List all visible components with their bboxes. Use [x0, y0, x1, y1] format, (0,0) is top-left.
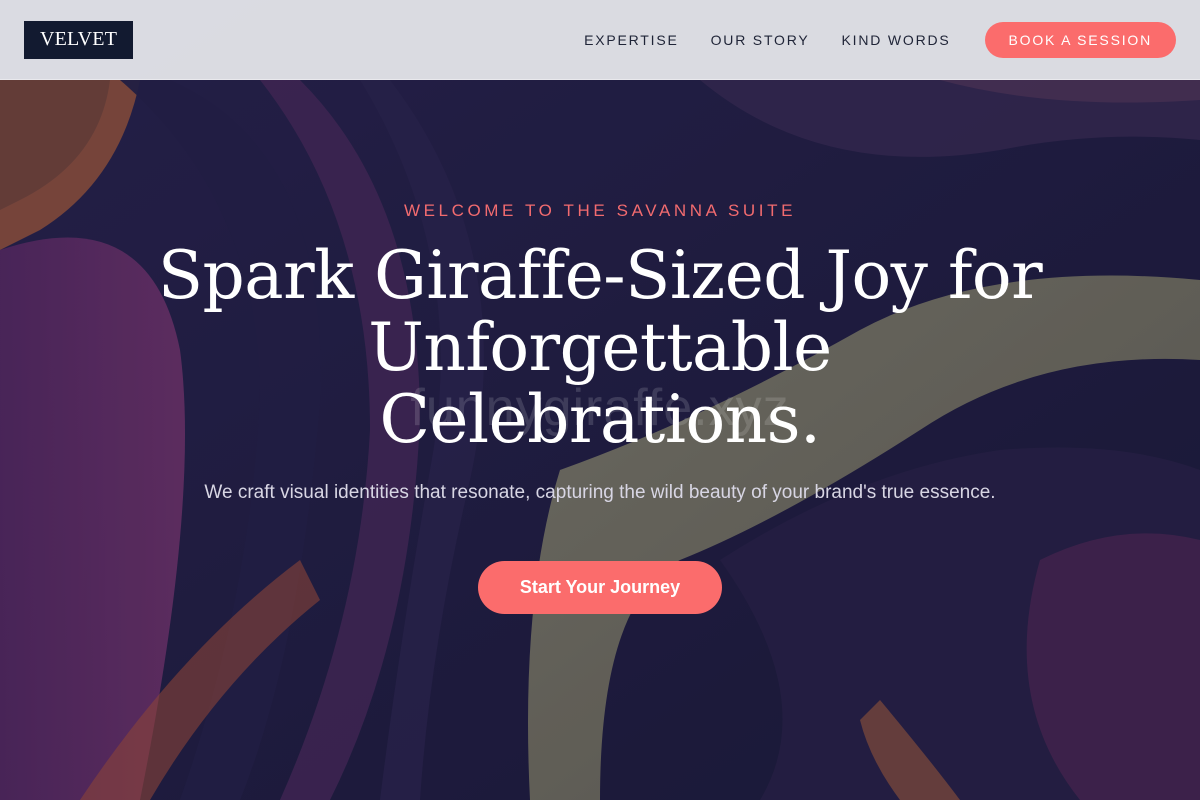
hero-headline: Spark Giraffe-Sized Joy for Unforgettabl…: [157, 237, 1043, 458]
hero-eyebrow: WELCOME TO THE SAVANNA SUITE: [403, 201, 797, 220]
nav-link-kind-words[interactable]: KIND WORDS: [842, 32, 951, 48]
hero-subtitle: We craft visual identities that resonate…: [204, 482, 996, 503]
hero-section: WELCOME TO THE SAVANNA SUITE funnygiraff…: [0, 80, 1200, 800]
start-journey-button[interactable]: Start Your Journey: [478, 561, 722, 614]
book-session-button[interactable]: BOOK A SESSION: [984, 21, 1176, 58]
main-nav: EXPERTISE OUR STORY KIND WORDS BOOK A SE…: [584, 21, 1176, 58]
nav-link-expertise[interactable]: EXPERTISE: [584, 32, 679, 48]
site-header: VELVET EXPERTISE OUR STORY KIND WORDS BO…: [0, 0, 1200, 80]
nav-link-our-story[interactable]: OUR STORY: [711, 32, 810, 48]
logo[interactable]: VELVET: [24, 20, 134, 59]
